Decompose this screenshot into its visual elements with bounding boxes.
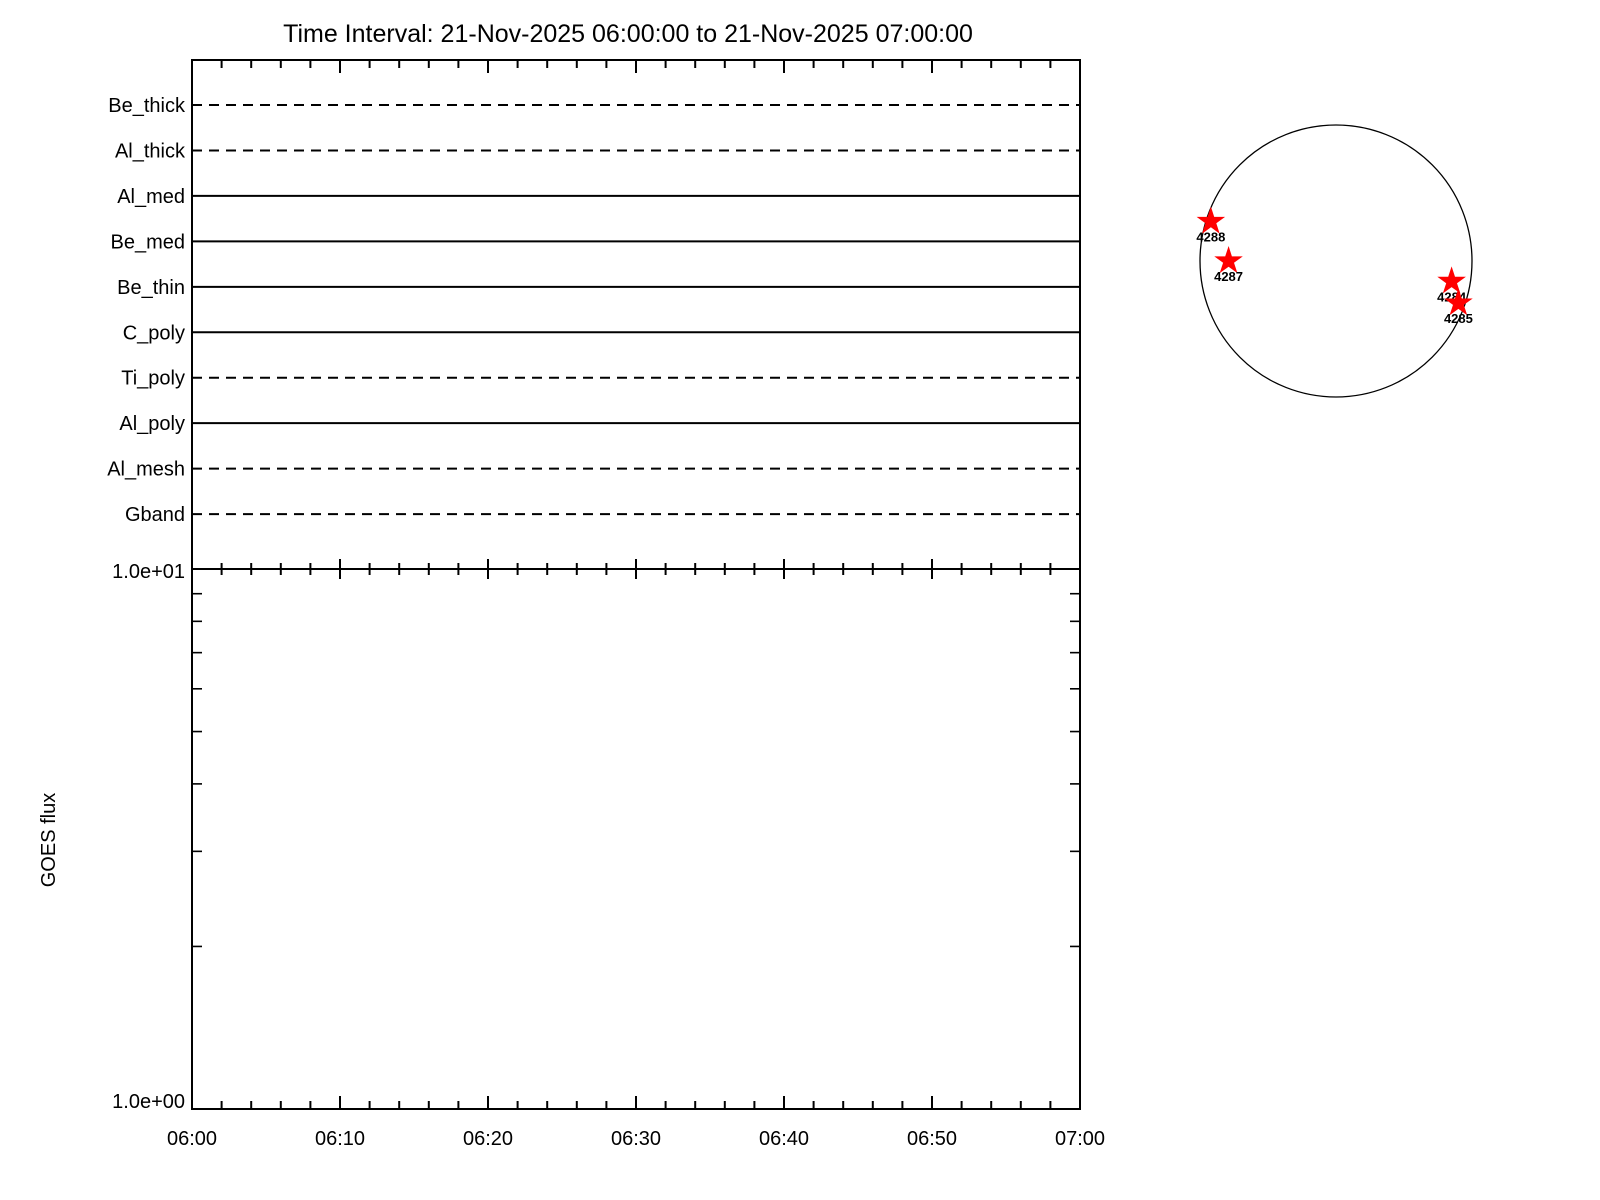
x-tick-label: 06:30 [611, 1128, 661, 1150]
xrt-goes-planning-figure: Time Interval: 21-Nov-2025 06:00:00 to 2… [0, 0, 1600, 1200]
solar-disk-outline [1200, 125, 1472, 397]
filter-label: Be_thin [117, 277, 185, 299]
filter-label: Al_mesh [107, 459, 185, 481]
figure-title: Time Interval: 21-Nov-2025 06:00:00 to 2… [283, 20, 973, 48]
goes-panel-frame [192, 569, 1080, 1109]
plot-canvas: Time Interval: 21-Nov-2025 06:00:00 to 2… [0, 0, 1600, 1200]
filter-timeline-rows: Be_thick Al_thick Al_med Be_med Be_thin C_pol… [107, 95, 1080, 526]
goes-ymin-tick-label: 1.0e+00 [112, 1091, 185, 1113]
goes-ymax-tick-label: 1.0e+01 [112, 561, 185, 583]
filter-label: Al_thick [115, 140, 186, 162]
x-tick-label: 06:50 [907, 1128, 957, 1150]
filter-label: C_poly [123, 322, 185, 344]
active-region-label: 4287 [1214, 269, 1243, 284]
x-tick-label: 06:00 [167, 1128, 217, 1150]
timeline-panel-frame [192, 60, 1080, 569]
x-tick-labels: 06:00 06:10 06:20 06:30 06:40 06:50 07:00 [167, 1128, 1105, 1150]
filter-label: Al_med [117, 186, 185, 208]
filter-label: Al_poly [119, 413, 185, 435]
goes-y-axis-title: GOES flux [38, 793, 60, 887]
filter-label: Gband [125, 504, 185, 526]
active-region-label: 4285 [1444, 311, 1473, 326]
panel-frames [192, 60, 1080, 1109]
filter-label: Be_thick [108, 95, 186, 117]
active-region-label: 4288 [1196, 230, 1225, 245]
x-tick-label: 06:40 [759, 1128, 809, 1150]
solar-disk: 4288428742844285 [1196, 125, 1472, 397]
x-tick-label: 06:20 [463, 1128, 513, 1150]
filter-label: Ti_poly [121, 368, 185, 390]
x-tick-label: 06:10 [315, 1128, 365, 1150]
filter-label: Be_med [111, 231, 186, 253]
x-tick-label: 07:00 [1055, 1128, 1105, 1150]
axis-ticks [192, 60, 1080, 1109]
